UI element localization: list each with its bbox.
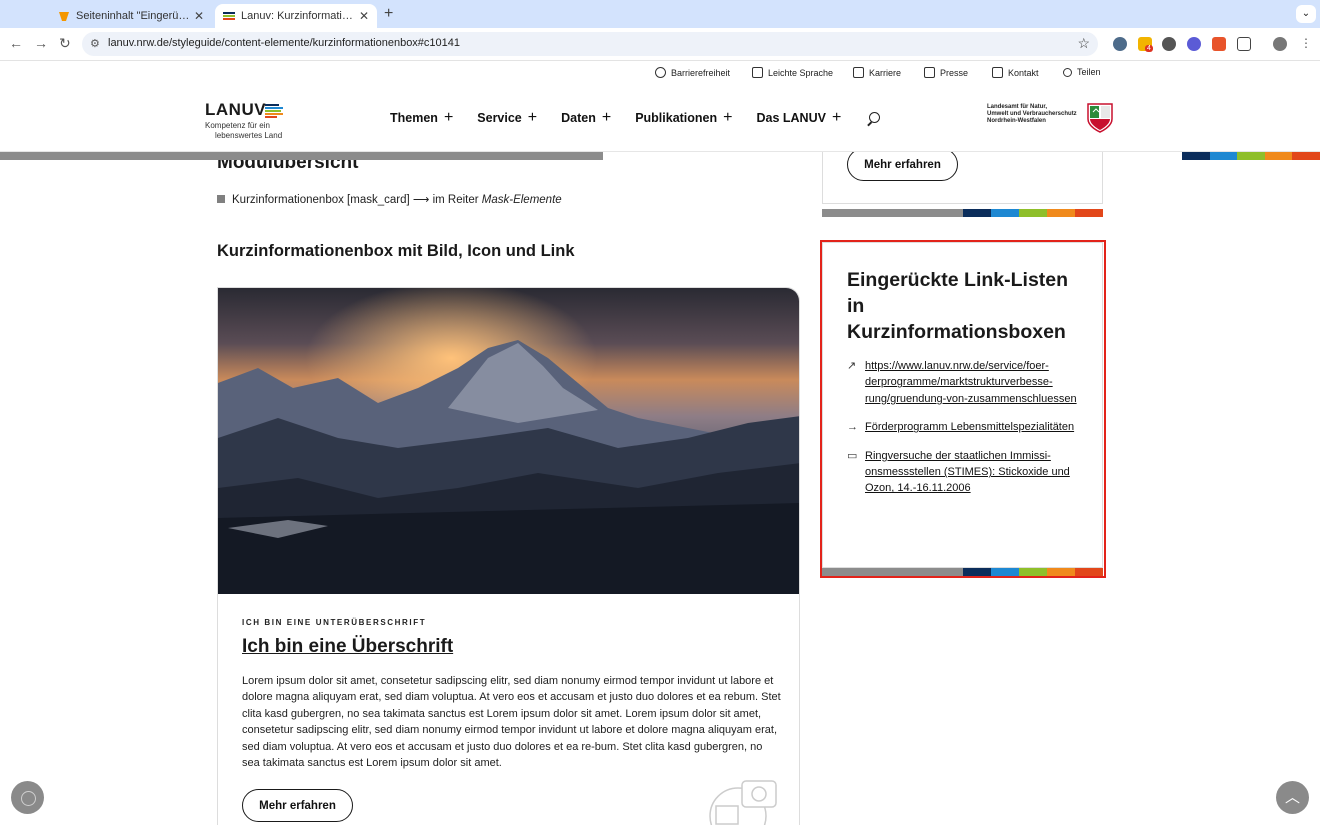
section-title: Kurzinformationenbox mit Bild, Icon und … — [217, 242, 575, 260]
utility-label: Leichte Sprache — [768, 67, 834, 78]
card-more-button[interactable]: Mehr erfahren — [242, 789, 353, 822]
card-color-strip — [822, 209, 1103, 217]
main-nav: Themen + Service + Daten + Publikationen + D… — [390, 109, 842, 126]
accessibility-icon — [655, 67, 666, 78]
side-more-button[interactable]: Mehr erfahren — [847, 152, 958, 181]
nav-item-publikationen[interactable]: Publikationen + — [635, 109, 733, 126]
utility-label: Presse — [940, 67, 969, 78]
info-card-image: ICH BIN EINE UNTERÜBERSCHRIFT Ich bin ei… — [217, 287, 800, 825]
card-body-text: Lorem ipsum dolor sit amet, consetetur s… — [242, 675, 781, 770]
mountain-landscape-image — [218, 288, 799, 594]
browser-tab-active[interactable]: Lanuv: Kurzinformationenbox ✕ — [215, 4, 377, 28]
settings-fab-icon[interactable] — [11, 781, 44, 814]
nav-item-daten[interactable]: Daten + — [561, 109, 612, 126]
extension-badge-count: 4 — [1145, 45, 1153, 52]
new-tab-button[interactable]: + — [384, 5, 393, 23]
utility-link-kontakt[interactable]: Kontakt — [992, 67, 1039, 78]
omnibox[interactable]: ⚙ lanuv.nrw.de/styleguide/content-elemen… — [82, 32, 1098, 56]
reload-icon[interactable]: ↻ — [59, 35, 71, 52]
logo-tagline: Kompetenz für ein — [205, 121, 270, 130]
typo3-favicon-icon — [59, 12, 69, 21]
nav-item-themen[interactable]: Themen + — [390, 109, 454, 126]
scroll-top-button[interactable]: ︿ — [1276, 781, 1309, 814]
nrw-crest-icon — [1087, 103, 1113, 133]
url-text[interactable]: lanuv.nrw.de/styleguide/content-elemente… — [108, 37, 460, 49]
utility-label: Karriere — [869, 67, 902, 78]
utility-link-teilen[interactable]: Teilen — [1063, 67, 1101, 77]
utility-label: Kontakt — [1008, 67, 1039, 78]
browser-menu-icon[interactable]: ⋮ — [1300, 36, 1312, 50]
nav-item-das-lanuv[interactable]: Das LANUV + — [756, 109, 842, 126]
forward-icon[interactable]: → — [34, 35, 48, 51]
logo-color-bars — [265, 104, 283, 119]
tab-title: Lanuv: Kurzinformationenbox — [241, 10, 355, 22]
page-content: Modulübersicht Kurzinformationenbox [mas… — [0, 152, 1320, 825]
back-icon[interactable]: ← — [9, 35, 23, 51]
utility-label: Teilen — [1077, 67, 1101, 77]
plus-icon: + — [723, 109, 733, 126]
selection-highlight — [820, 240, 1106, 578]
lanuv-logo[interactable]: LANUV Kompetenz für ein lebenswertes Lan… — [205, 100, 283, 140]
bullet-square-icon — [217, 195, 225, 203]
browser-tab-bar: Seiteninhalt "Eingerückte Link-Listen" ✕… — [0, 0, 1320, 28]
plus-icon: + — [831, 109, 842, 126]
agency-name: Landesamt für Natur, Umwelt und Verbrauc… — [987, 104, 1077, 124]
profile-avatar[interactable] — [1273, 37, 1287, 51]
side-card-top: Mehr erfahren — [822, 152, 1103, 204]
close-tab-icon[interactable]: ✕ — [194, 9, 204, 23]
extension-icon[interactable] — [1113, 37, 1127, 51]
plus-icon: + — [601, 109, 612, 126]
bookmark-star-icon[interactable]: ☆ — [1077, 35, 1090, 52]
module-list-item: Kurzinformationenbox [mask_card] ⟶ im Re… — [217, 192, 562, 206]
lanuv-favicon-icon — [223, 12, 235, 20]
extension-icon[interactable] — [1212, 37, 1226, 51]
puzzle-icon[interactable] — [1237, 37, 1251, 51]
utility-link-leichte-sprache[interactable]: Leichte Sprache — [752, 67, 833, 78]
utility-link-barrierefreiheit[interactable]: Barrierefreiheit — [655, 67, 730, 78]
card-kicker: ICH BIN EINE UNTERÜBERSCHRIFT — [242, 618, 427, 627]
newspaper-icon — [924, 67, 935, 78]
search-icon[interactable] — [869, 112, 880, 123]
utility-link-presse[interactable]: Presse — [924, 67, 968, 78]
logo-tagline: lebenswertes Land — [215, 131, 283, 140]
close-tab-icon[interactable]: ✕ — [359, 9, 369, 23]
utility-link-karriere[interactable]: Karriere — [853, 67, 901, 78]
utility-nav: Barrierefreiheit Leichte Sprache Karrier… — [0, 62, 1320, 84]
camera-icon — [709, 780, 777, 825]
plus-icon: + — [527, 109, 538, 126]
briefcase-icon — [853, 67, 864, 78]
tab-search-chevron-icon[interactable]: ⌄ — [1296, 5, 1316, 23]
easy-language-icon — [752, 67, 763, 78]
card-heading[interactable]: Ich bin eine Überschrift — [242, 636, 453, 658]
site-info-icon[interactable]: ⚙ — [90, 37, 100, 50]
wordpress-icon[interactable] — [1162, 37, 1176, 51]
gear-extension-icon[interactable] — [1187, 37, 1201, 51]
share-icon — [1063, 67, 1072, 77]
contact-icon — [992, 67, 1003, 78]
browser-tab-inactive[interactable]: Seiteninhalt "Eingerückte Link-Listen" ✕ — [50, 4, 212, 28]
main-header: LANUV Kompetenz für ein lebenswertes Lan… — [0, 84, 1320, 152]
color-strip — [1182, 152, 1320, 160]
grey-divider-bar — [0, 152, 603, 160]
nav-item-service[interactable]: Service + — [477, 109, 538, 126]
tab-title: Seiteninhalt "Eingerückte Link-Listen" — [76, 10, 190, 22]
utility-label: Barrierefreiheit — [671, 67, 731, 78]
plus-icon: + — [443, 109, 454, 126]
